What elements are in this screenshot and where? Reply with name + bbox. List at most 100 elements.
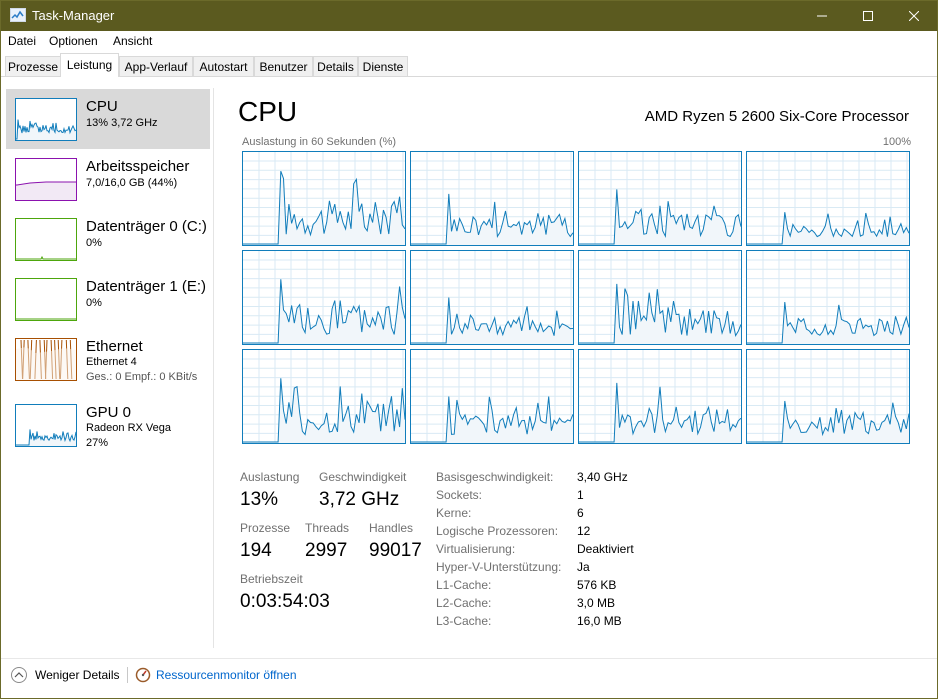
minimize-button[interactable] — [799, 1, 845, 31]
sidebar-ethernet-adapter: Ethernet 4 — [86, 356, 137, 368]
graph-max-label: 100% — [882, 136, 911, 148]
utilization-value: 13% — [240, 489, 279, 510]
tab-details[interactable]: Details — [313, 56, 358, 76]
speed-value: 3,72 GHz — [319, 489, 400, 510]
sidebar-cpu-sub: 13% 3,72 GHz — [86, 117, 158, 129]
sidebar-cpu-title: CPU — [86, 98, 118, 115]
tab-performance[interactable]: Leistung — [60, 53, 119, 77]
disk-0-mini-graph — [15, 218, 77, 261]
tab-services[interactable]: Dienste — [358, 56, 408, 76]
spec-value: 3,0 MB — [577, 596, 616, 610]
core-graph — [242, 151, 406, 246]
core-graph — [242, 250, 406, 345]
spec-value: 12 — [577, 524, 591, 538]
resource-sidebar: CPU 13% 3,72 GHz Arbeitsspeicher 7,0/16,… — [1, 88, 213, 648]
logical-processor-graphs — [242, 151, 912, 445]
tab-processes[interactable]: Prozesse — [5, 56, 61, 76]
spec-label: L1-Cache: — [436, 578, 492, 592]
sidebar-gpu-usage: 27% — [86, 437, 109, 449]
spec-value: 576 KB — [577, 578, 617, 592]
sidebar-disk-1-sub: 0% — [86, 297, 102, 309]
ethernet-mini-graph — [15, 338, 77, 381]
sidebar-item-disk-1[interactable]: Datenträger 1 (E:) 0% — [6, 269, 210, 329]
threads-value: 2997 — [305, 540, 348, 561]
spec-label: Logische Prozessoren: — [436, 524, 559, 538]
close-button[interactable] — [891, 1, 937, 31]
resource-monitor-link[interactable]: Ressourcenmonitor öffnen — [156, 668, 297, 682]
spec-label: L2-Cache: — [436, 596, 492, 610]
sidebar-item-gpu[interactable]: GPU 0 Radeon RX Vega 27% — [6, 395, 210, 455]
processes-value: 194 — [240, 540, 272, 561]
footer-bar: Weniger Details Ressourcenmonitor öffnen — [1, 658, 937, 698]
spec-label: Kerne: — [436, 506, 472, 520]
processor-name: AMD Ryzen 5 2600 Six-Core Processor — [644, 108, 909, 125]
core-graph — [746, 349, 910, 444]
handles-value: 99017 — [369, 540, 422, 561]
cpu-mini-graph — [15, 98, 77, 141]
task-manager-window: Task-Manager Datei Optionen Ansicht Proz… — [0, 0, 938, 699]
sidebar-memory-title: Arbeitsspeicher — [86, 158, 190, 175]
core-graph — [410, 349, 574, 444]
speed-label: Geschwindigkeit — [319, 470, 407, 484]
menu-options[interactable]: Optionen — [49, 34, 98, 48]
spec-value: 6 — [577, 506, 584, 520]
sidebar-ethernet-throughput: Ges.: 0 Empf.: 0 KBit/s — [86, 371, 198, 383]
disk-1-mini-graph — [15, 278, 77, 321]
sidebar-item-memory[interactable]: Arbeitsspeicher 7,0/16,0 GB (44%) — [6, 149, 210, 209]
title-bar[interactable]: Task-Manager — [1, 1, 937, 31]
handles-label: Handles — [369, 521, 414, 535]
footer-divider — [127, 667, 128, 683]
window-title: Task-Manager — [32, 8, 115, 23]
maximize-button[interactable] — [845, 1, 891, 31]
minimize-icon — [817, 15, 827, 17]
tab-app-history[interactable]: App-Verlauf — [119, 56, 193, 76]
core-graph — [410, 151, 574, 246]
sidebar-disk-0-sub: 0% — [86, 237, 102, 249]
tab-startup[interactable]: Autostart — [193, 56, 254, 76]
spec-label: L3-Cache: — [436, 614, 492, 628]
core-graph — [242, 349, 406, 444]
sidebar-gpu-model: Radeon RX Vega — [86, 422, 172, 434]
memory-mini-graph — [15, 158, 77, 201]
uptime-label: Betriebszeit — [240, 572, 303, 586]
gpu-mini-graph — [15, 404, 77, 447]
spec-value: Deaktiviert — [577, 542, 634, 556]
menu-view[interactable]: Ansicht — [113, 34, 152, 48]
sidebar-item-cpu[interactable]: CPU 13% 3,72 GHz — [6, 89, 210, 149]
fewer-details-button[interactable]: Weniger Details — [35, 668, 119, 682]
page-title: CPU — [238, 96, 298, 127]
processes-label: Prozesse — [240, 521, 291, 535]
tab-bar: Prozesse Leistung App-Verlauf Autostart … — [1, 51, 937, 77]
spec-value: 1 — [577, 488, 584, 502]
cpu-detail-panel: CPU AMD Ryzen 5 2600 Six-Core Processor … — [214, 88, 937, 648]
core-graph — [410, 250, 574, 345]
core-graph — [746, 250, 910, 345]
task-manager-icon — [10, 8, 26, 22]
close-icon — [909, 11, 919, 21]
chevron-up-icon[interactable] — [11, 667, 27, 683]
sidebar-gpu-title: GPU 0 — [86, 404, 132, 421]
spec-value: 3,40 GHz — [577, 470, 628, 484]
sidebar-memory-sub: 7,0/16,0 GB (44%) — [86, 177, 178, 189]
spec-label: Sockets: — [436, 488, 483, 502]
core-graph — [746, 151, 910, 246]
uptime-value: 0:03:54:03 — [240, 591, 330, 612]
maximize-icon — [863, 11, 873, 21]
sidebar-disk-1-title: Datenträger 1 (E:) — [86, 278, 207, 295]
tab-users[interactable]: Benutzer — [254, 56, 313, 76]
spec-label: Virtualisierung: — [436, 542, 516, 556]
sidebar-disk-0-title: Datenträger 0 (C:) — [86, 218, 207, 235]
spec-label: Hyper-V-Unterstützung: — [436, 560, 562, 574]
core-graph — [578, 151, 742, 246]
core-graph — [578, 250, 742, 345]
threads-label: Threads — [305, 521, 350, 535]
menu-file[interactable]: Datei — [8, 34, 36, 48]
spec-value: 16,0 MB — [577, 614, 622, 628]
sidebar-ethernet-title: Ethernet — [86, 338, 143, 355]
spec-label: Basisgeschwindigkeit: — [436, 470, 554, 484]
sidebar-item-disk-0[interactable]: Datenträger 0 (C:) 0% — [6, 209, 210, 269]
menu-bar: Datei Optionen Ansicht — [1, 31, 937, 51]
sidebar-item-ethernet[interactable]: Ethernet Ethernet 4 Ges.: 0 Empf.: 0 KBi… — [6, 329, 210, 389]
core-graph — [578, 349, 742, 444]
resource-monitor-icon[interactable] — [135, 667, 151, 683]
